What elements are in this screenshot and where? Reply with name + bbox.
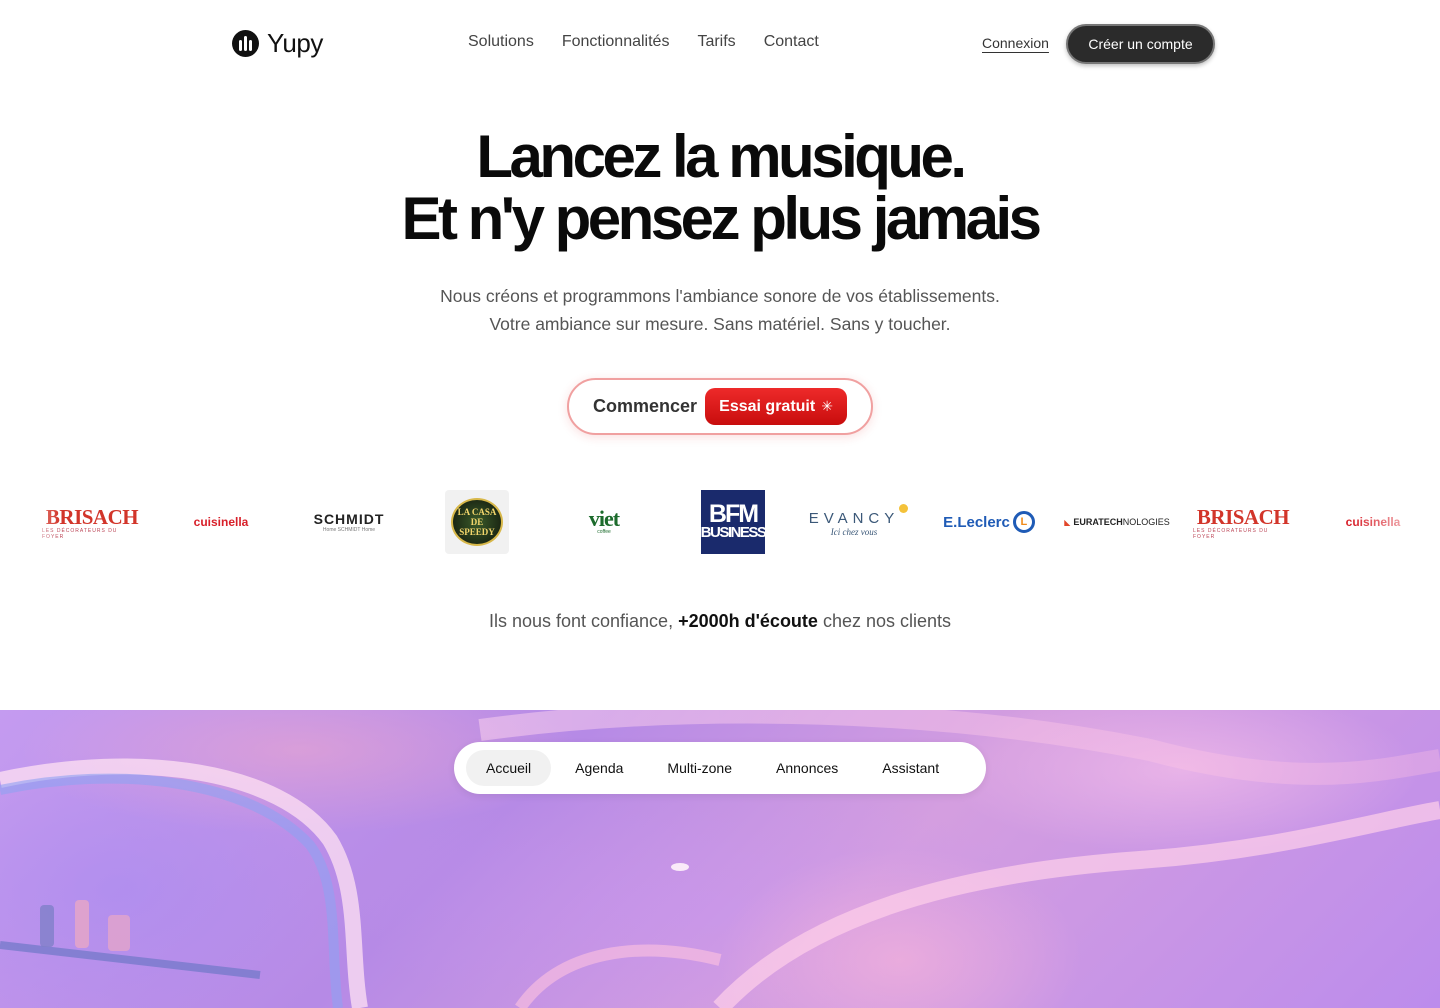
login-link[interactable]: Connexion [982,35,1049,51]
tab-annonces[interactable]: Annonces [756,750,858,786]
start-trial-button[interactable]: Commencer Essai gratuit ✳ [567,378,873,435]
logo-eura-text: EURATECHNOLOGIES [1073,517,1169,527]
tab-accueil[interactable]: Accueil [466,750,552,786]
logo-viet-name: viet [588,506,620,531]
nav-item-fonctionnalites[interactable]: Fonctionnalités [562,33,670,51]
main-nav: Solutions Fonctionnalités Tarifs Contact [468,33,819,51]
logo-evancy: EVANCY Ici chez vous [806,504,908,540]
logo-la-casa-de-speedy: LA CASA DE SPEEDY [445,490,509,554]
logo-eura-bold: EURATECH [1073,517,1123,527]
logo-leclerc-name: E.Leclerc [943,513,1010,531]
tab-assistant[interactable]: Assistant [862,750,959,786]
logo-euratechnologies: ◣ EURATECHNOLOGIES [1062,514,1172,530]
sparkle-icon: ✳ [821,398,833,414]
logos-fade-left [0,486,60,558]
hero-subtitle-line-1: Nous créons et programmons l'ambiance so… [440,286,1000,306]
hero-title-line-2: Et n'y pensez plus jamais [401,185,1042,252]
logo-brisach-repeat: BRISACH LES DÉCORATEURS DU FOYER [1193,504,1293,540]
tab-agenda[interactable]: Agenda [555,750,643,786]
signup-button[interactable]: Créer un compte [1066,24,1215,64]
free-trial-label: Essai gratuit [719,397,816,415]
logo-viet-coffee: viet coffee [572,508,636,536]
arrow-mark-icon: ◣ [1064,517,1071,527]
logo-schmidt-name: SCHMIDT [313,511,385,527]
brand-name: Yupy [267,28,323,58]
client-logos-strip: BRISACH LES DÉCORATEURS DU FOYER cuisine… [0,486,1440,558]
logo-schmidt-tagline: Home SCHMIDT Home [322,527,376,533]
logo-cuisinella: cuisinella [193,515,249,529]
logo-leclerc: E.Leclerc L [937,508,1041,536]
logo-eura-light: NOLOGIES [1122,517,1170,527]
logo-bfm-line-2: BUSINESS [700,524,767,541]
hero-subtitle: Nous créons et programmons l'ambiance so… [0,282,1440,338]
logo-brisach-name: BRISACH [1196,504,1290,529]
logos-fade-right [1350,486,1440,558]
trust-prefix: Ils nous font confiance, [488,611,674,631]
trust-suffix: chez nos clients [822,611,952,631]
nav-item-contact[interactable]: Contact [764,33,819,51]
logo-evancy-tagline: Ici chez vous [830,526,878,537]
sound-bars-icon [232,30,259,57]
logo-bfm-line-1: BFM [708,500,759,528]
cta-label: Commencer [593,396,698,416]
site-header: Yupy Solutions Fonctionnalités Tarifs Co… [0,0,1440,88]
leclerc-circle-icon: L [1012,511,1035,533]
trust-highlight: +2000h d'écoute [678,611,818,631]
nav-item-tarifs[interactable]: Tarifs [697,33,735,51]
feature-tabs: Accueil Agenda Multi-zone Annonces Assis… [454,742,986,794]
tab-multi-zone[interactable]: Multi-zone [647,750,752,786]
logo-schmidt: SCHMIDT Home SCHMIDT Home [304,508,394,536]
hero-title-line-1: Lancez la musique. [476,123,967,190]
sun-dot-icon [899,504,908,513]
free-trial-badge: Essai gratuit ✳ [705,388,848,425]
hero-title: Lancez la musique. Et n'y pensez plus ja… [0,126,1440,250]
hero-subtitle-line-2: Votre ambiance sur mesure. Sans matériel… [489,314,951,334]
logo-evancy-name: EVANCY [808,509,900,527]
nav-item-solutions[interactable]: Solutions [468,33,534,51]
logo-bfm-business: BFM BUSINESS [700,490,767,554]
trust-statement: Ils nous font confiance, +2000h d'écoute… [0,611,1440,632]
logo-brisach-tagline: LES DÉCORATEURS DU FOYER [1193,527,1269,540]
logo-viet-tagline: coffee [597,529,611,535]
logo-speedy-badge: LA CASA DE SPEEDY [451,498,503,546]
brand-logo[interactable]: Yupy [232,28,323,59]
